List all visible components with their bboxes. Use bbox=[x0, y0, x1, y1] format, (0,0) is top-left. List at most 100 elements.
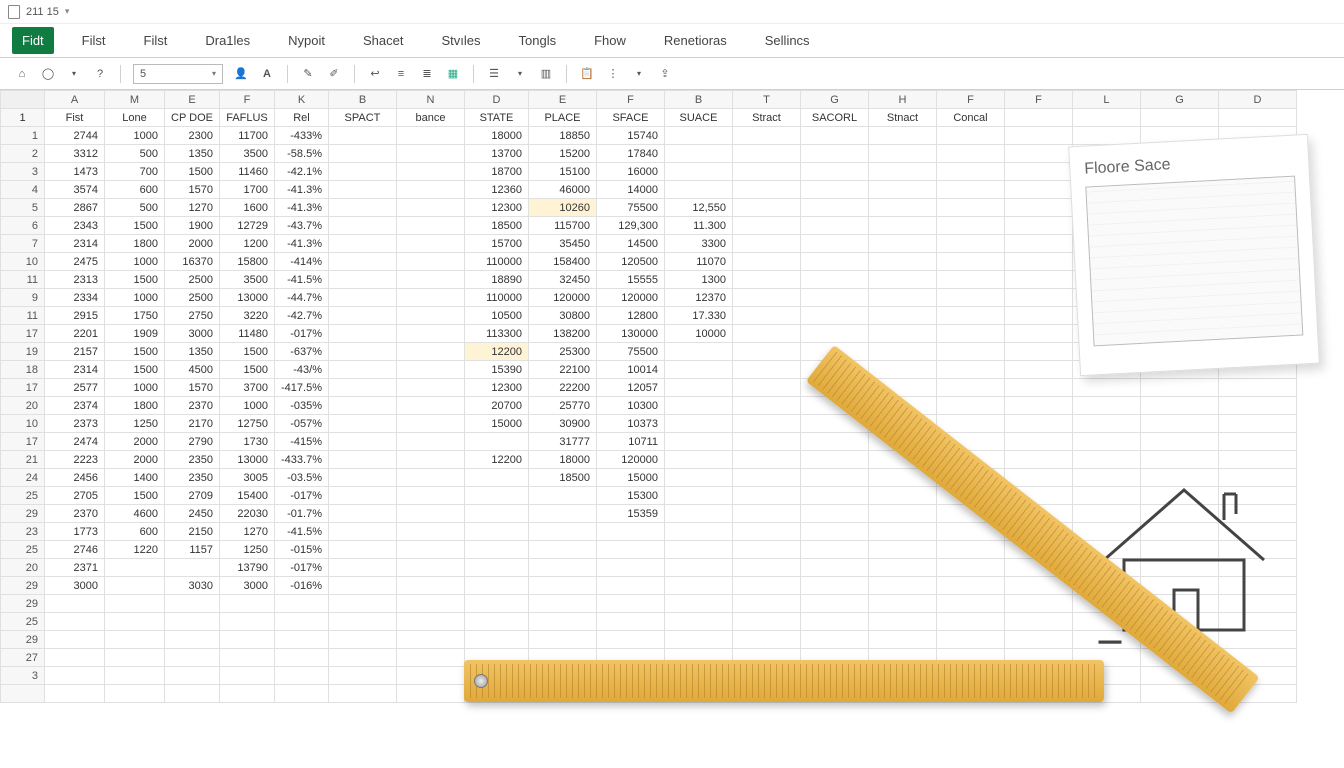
cell[interactable]: 158400 bbox=[528, 253, 596, 271]
cell[interactable]: 120500 bbox=[596, 253, 664, 271]
column-header[interactable]: G bbox=[800, 91, 868, 109]
cell[interactable] bbox=[328, 559, 396, 577]
text-a-icon[interactable]: A bbox=[259, 66, 275, 82]
cell[interactable]: -414% bbox=[275, 253, 329, 271]
cell[interactable] bbox=[664, 541, 732, 559]
cell[interactable] bbox=[1072, 397, 1140, 415]
cell[interactable] bbox=[868, 199, 936, 217]
cell[interactable] bbox=[868, 631, 936, 649]
circle-icon[interactable]: ◯ bbox=[40, 66, 56, 82]
cell[interactable] bbox=[396, 685, 464, 703]
cell[interactable]: 1473 bbox=[45, 163, 105, 181]
cell[interactable] bbox=[732, 235, 800, 253]
cell[interactable]: 18850 bbox=[528, 127, 596, 145]
cell[interactable] bbox=[800, 631, 868, 649]
menu-item-fhow[interactable]: Fhow bbox=[584, 27, 636, 54]
cell[interactable] bbox=[45, 649, 105, 667]
cell[interactable]: 1200 bbox=[220, 235, 275, 253]
cell[interactable] bbox=[45, 613, 105, 631]
cell[interactable] bbox=[800, 145, 868, 163]
cell[interactable] bbox=[396, 181, 464, 199]
cell[interactable]: 3500 bbox=[220, 145, 275, 163]
cell[interactable] bbox=[800, 595, 868, 613]
cell[interactable] bbox=[328, 649, 396, 667]
cell[interactable]: 3000 bbox=[45, 577, 105, 595]
cell[interactable]: 2223 bbox=[45, 451, 105, 469]
row-header[interactable]: 11 bbox=[1, 307, 45, 325]
cell[interactable] bbox=[396, 505, 464, 523]
cell[interactable] bbox=[868, 289, 936, 307]
cell[interactable] bbox=[396, 541, 464, 559]
cell[interactable]: 120000 bbox=[596, 451, 664, 469]
cell[interactable]: -01.7% bbox=[275, 505, 329, 523]
cell[interactable] bbox=[45, 685, 105, 703]
cell[interactable] bbox=[396, 379, 464, 397]
cell[interactable] bbox=[664, 343, 732, 361]
cell[interactable] bbox=[868, 127, 936, 145]
cell[interactable]: 4600 bbox=[105, 505, 165, 523]
cell[interactable]: 11.300 bbox=[664, 217, 732, 235]
cell[interactable]: 32450 bbox=[528, 271, 596, 289]
font-size-input[interactable]: 5 ▾ bbox=[133, 64, 223, 84]
cell[interactable] bbox=[800, 127, 868, 145]
cell[interactable] bbox=[220, 685, 275, 703]
cell[interactable]: 1350 bbox=[165, 343, 220, 361]
cell[interactable] bbox=[528, 487, 596, 505]
cell[interactable]: 2314 bbox=[45, 361, 105, 379]
pen-icon[interactable]: ✎ bbox=[300, 66, 316, 82]
cell[interactable] bbox=[328, 235, 396, 253]
cell[interactable]: 15740 bbox=[596, 127, 664, 145]
cell[interactable]: -41.3% bbox=[275, 181, 329, 199]
cell[interactable] bbox=[105, 559, 165, 577]
cell[interactable] bbox=[328, 217, 396, 235]
row-header[interactable]: 5 bbox=[1, 199, 45, 217]
column-header[interactable]: N bbox=[396, 91, 464, 109]
cell[interactable] bbox=[220, 649, 275, 667]
cell[interactable] bbox=[1004, 379, 1072, 397]
cell[interactable] bbox=[664, 397, 732, 415]
cell[interactable] bbox=[800, 469, 868, 487]
cell[interactable] bbox=[732, 559, 800, 577]
cell[interactable] bbox=[396, 433, 464, 451]
cell[interactable]: 2475 bbox=[45, 253, 105, 271]
cell[interactable] bbox=[732, 397, 800, 415]
cell[interactable]: 138200 bbox=[528, 325, 596, 343]
cell[interactable] bbox=[868, 523, 936, 541]
cell[interactable] bbox=[936, 289, 1004, 307]
dots-icon[interactable]: ⋮ bbox=[605, 66, 621, 82]
cell[interactable]: 46000 bbox=[528, 181, 596, 199]
cell[interactable] bbox=[732, 127, 800, 145]
cell[interactable]: -637% bbox=[275, 343, 329, 361]
cell[interactable]: 2746 bbox=[45, 541, 105, 559]
cell[interactable]: 700 bbox=[105, 163, 165, 181]
cell[interactable] bbox=[396, 487, 464, 505]
cell[interactable]: 1500 bbox=[165, 163, 220, 181]
cell[interactable]: 18000 bbox=[528, 451, 596, 469]
cell[interactable]: 15000 bbox=[464, 415, 528, 433]
cell[interactable]: 3300 bbox=[664, 235, 732, 253]
cell[interactable]: 12360 bbox=[464, 181, 528, 199]
cell[interactable] bbox=[328, 541, 396, 559]
cell[interactable]: 22100 bbox=[528, 361, 596, 379]
wrap-icon[interactable]: ↩ bbox=[367, 66, 383, 82]
cell[interactable]: -41.3% bbox=[275, 235, 329, 253]
column-header[interactable]: D bbox=[464, 91, 528, 109]
cell[interactable] bbox=[732, 469, 800, 487]
fill-color-icon[interactable]: ▦ bbox=[445, 66, 461, 82]
cell[interactable] bbox=[275, 613, 329, 631]
cell[interactable] bbox=[868, 307, 936, 325]
cell[interactable] bbox=[396, 523, 464, 541]
cell[interactable]: 13000 bbox=[220, 289, 275, 307]
field-header-cell[interactable]: SFACE bbox=[596, 109, 664, 127]
cell[interactable] bbox=[1004, 433, 1072, 451]
cell[interactable]: 22200 bbox=[528, 379, 596, 397]
cell[interactable] bbox=[328, 505, 396, 523]
cell[interactable] bbox=[528, 559, 596, 577]
cell[interactable] bbox=[1218, 415, 1296, 433]
cell[interactable] bbox=[105, 631, 165, 649]
cell[interactable] bbox=[664, 577, 732, 595]
cell[interactable] bbox=[936, 145, 1004, 163]
cell[interactable] bbox=[105, 685, 165, 703]
cell[interactable]: 500 bbox=[105, 199, 165, 217]
cell[interactable]: 30800 bbox=[528, 307, 596, 325]
